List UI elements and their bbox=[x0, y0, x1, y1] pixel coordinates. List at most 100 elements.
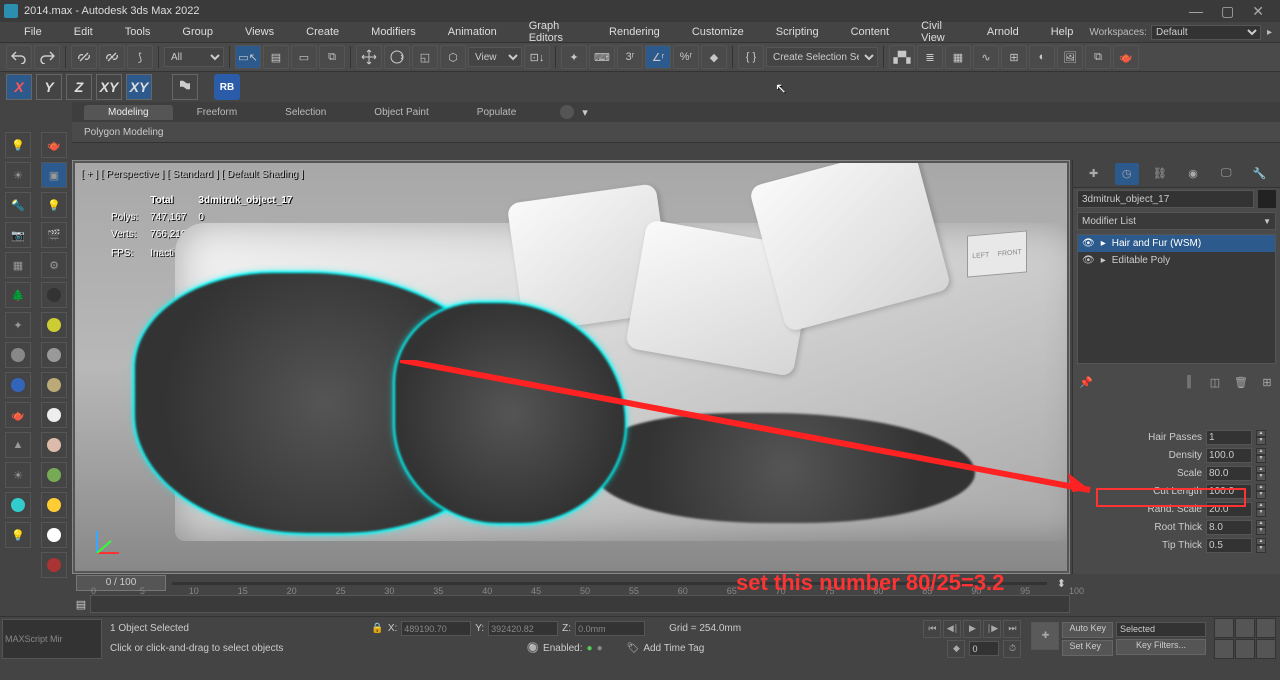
gold-icon[interactable] bbox=[41, 492, 67, 518]
rotate-button[interactable] bbox=[384, 45, 410, 69]
undo-button[interactable] bbox=[6, 45, 32, 69]
param-value-field[interactable] bbox=[1206, 520, 1252, 535]
axis-y-button[interactable]: Y bbox=[36, 74, 62, 100]
spot-icon[interactable]: 🔦 bbox=[5, 192, 31, 218]
coord-z-field[interactable] bbox=[575, 621, 645, 636]
coord-x-field[interactable] bbox=[401, 621, 471, 636]
goto-start-button[interactable]: ⏮ bbox=[923, 620, 941, 638]
object-color-swatch[interactable] bbox=[1258, 190, 1276, 208]
ribbon-tab-populate[interactable]: Populate bbox=[453, 105, 540, 120]
axis-xy-button[interactable]: XY bbox=[96, 74, 122, 100]
zoom-ext-icon[interactable] bbox=[1214, 639, 1234, 659]
zoom-icon[interactable] bbox=[1235, 618, 1255, 638]
param-value-field[interactable] bbox=[1206, 502, 1252, 517]
hierarchy-tab-icon[interactable]: ⛓ bbox=[1148, 163, 1172, 185]
cyan-icon[interactable] bbox=[5, 492, 31, 518]
rect-region-button[interactable]: ▭ bbox=[291, 45, 317, 69]
cam-icon[interactable]: 📷 bbox=[5, 222, 31, 248]
close-button[interactable]: ✕ bbox=[1252, 3, 1264, 20]
display-tab-icon[interactable]: 🖵 bbox=[1214, 163, 1238, 185]
menu-customize[interactable]: Customize bbox=[676, 24, 760, 40]
scale-button[interactable]: ◱ bbox=[412, 45, 438, 69]
teapot2-icon[interactable]: 🫖 bbox=[5, 402, 31, 428]
sun2-icon[interactable]: ☀ bbox=[5, 462, 31, 488]
menu-views[interactable]: Views bbox=[229, 24, 290, 40]
grid-icon[interactable]: ▦ bbox=[5, 252, 31, 278]
angle-snap-button[interactable]: ∠ʳ bbox=[645, 45, 671, 69]
menu-file[interactable]: File bbox=[8, 24, 58, 40]
spinner-buttons[interactable]: ▲▼ bbox=[1256, 502, 1266, 517]
menu-arnold[interactable]: Arnold bbox=[971, 24, 1035, 40]
viewport-nav-cluster[interactable] bbox=[1214, 618, 1276, 659]
viewport-label[interactable]: [ + ] [ Perspective ] [ Standard ] [ Def… bbox=[81, 169, 304, 180]
pan-icon[interactable] bbox=[1214, 618, 1234, 638]
create-tab-icon[interactable]: ✚ bbox=[1082, 163, 1106, 185]
select-object-button[interactable]: ▭↖ bbox=[235, 45, 261, 69]
maximize-button[interactable]: ▢ bbox=[1221, 3, 1234, 20]
named-sel-set-dropdown[interactable]: Create Selection Se bbox=[766, 47, 878, 67]
tree-icon[interactable]: 🌲 bbox=[5, 282, 31, 308]
set-key-large-button[interactable]: ✚ bbox=[1031, 622, 1059, 650]
autokey-button[interactable]: Auto Key bbox=[1062, 622, 1113, 638]
axis-xy2-button[interactable]: XY bbox=[126, 74, 152, 100]
ribbon-panel-label[interactable]: Polygon Modeling bbox=[72, 122, 1280, 142]
play-button[interactable]: ▶ bbox=[963, 620, 981, 638]
mirror-button[interactable]: ▞▚ bbox=[889, 45, 915, 69]
modifier-list-dropdown[interactable]: Modifier List▼ bbox=[1077, 212, 1276, 230]
bind-button[interactable]: ⟆ bbox=[127, 45, 153, 69]
material-editor-button[interactable]: ◐ bbox=[1029, 45, 1055, 69]
move-button[interactable] bbox=[356, 45, 382, 69]
tan-icon[interactable] bbox=[41, 372, 67, 398]
goto-end-button[interactable]: ⏭ bbox=[1003, 620, 1021, 638]
menu-group[interactable]: Group bbox=[166, 24, 229, 40]
key-filter-select[interactable] bbox=[1116, 622, 1206, 637]
align-button[interactable]: ≣ bbox=[917, 45, 943, 69]
yellow-icon[interactable] bbox=[41, 312, 67, 338]
schematic-button[interactable]: ⊞ bbox=[1001, 45, 1027, 69]
workspaces-dropdown[interactable]: Default bbox=[1151, 25, 1261, 40]
menu-edit[interactable]: Edit bbox=[58, 24, 109, 40]
select-name-button[interactable]: ▤ bbox=[263, 45, 289, 69]
window-crossing-button[interactable]: ⧉ bbox=[319, 45, 345, 69]
ribbon-tab-selection[interactable]: Selection bbox=[261, 105, 350, 120]
orbit-icon[interactable] bbox=[1235, 639, 1255, 659]
sun-icon[interactable]: ☀ bbox=[5, 162, 31, 188]
mod-stack-item[interactable]: 👁▸Editable Poly bbox=[1078, 252, 1275, 269]
axis-x-button[interactable]: X bbox=[6, 74, 32, 100]
time-slider-handle[interactable]: 0 / 100 bbox=[76, 575, 166, 591]
rb-button[interactable]: RB bbox=[214, 74, 240, 100]
param-value-field[interactable] bbox=[1206, 538, 1252, 553]
spinner-snap-button[interactable]: ◆ bbox=[701, 45, 727, 69]
light-icon[interactable]: 💡 bbox=[41, 192, 67, 218]
ref-coord-dropdown[interactable]: View bbox=[468, 47, 522, 67]
minimize-button[interactable]: — bbox=[1189, 3, 1203, 20]
menu-animation[interactable]: Animation bbox=[432, 24, 513, 40]
max-toggle-icon[interactable] bbox=[1256, 639, 1276, 659]
gear-icon[interactable]: ⚙ bbox=[41, 252, 67, 278]
ring-icon[interactable] bbox=[5, 342, 31, 368]
spinner-buttons[interactable]: ▲▼ bbox=[1256, 430, 1266, 445]
spinner-buttons[interactable]: ▲▼ bbox=[1256, 520, 1266, 535]
ribbon-tab-modeling[interactable]: Modeling bbox=[84, 105, 173, 120]
menu-rendering[interactable]: Rendering bbox=[593, 24, 676, 40]
pivot-button[interactable]: ⊡↓ bbox=[524, 45, 550, 69]
timeline-ruler[interactable]: ▤ 05101520253035404550556065707580859095… bbox=[72, 592, 1070, 616]
time-config-button[interactable]: ⏱ bbox=[1003, 640, 1021, 658]
time-slider[interactable]: 0 / 100 ⬍ bbox=[72, 574, 1070, 592]
star-icon[interactable]: ✦ bbox=[5, 312, 31, 338]
light-bulb-icon[interactable]: 💡 bbox=[5, 132, 31, 158]
spinner-buttons[interactable]: ▲▼ bbox=[1256, 448, 1266, 463]
axis-z-button[interactable]: Z bbox=[66, 74, 92, 100]
edit-sel-set-button[interactable]: { } bbox=[738, 45, 764, 69]
menu-create[interactable]: Create bbox=[290, 24, 355, 40]
render-setup-button[interactable]: 🖼 bbox=[1057, 45, 1083, 69]
selection-filter-dropdown[interactable]: All bbox=[164, 47, 224, 67]
prev-frame-button[interactable]: ◀∣ bbox=[943, 620, 961, 638]
object-name-field[interactable] bbox=[1077, 190, 1254, 208]
manipulate-button[interactable]: ✦ bbox=[561, 45, 587, 69]
unlink-button[interactable] bbox=[99, 45, 125, 69]
white-icon[interactable] bbox=[41, 402, 67, 428]
dark-icon[interactable] bbox=[41, 282, 67, 308]
menu-help[interactable]: Help bbox=[1035, 24, 1090, 40]
ribbon-tab-object-paint[interactable]: Object Paint bbox=[350, 105, 452, 120]
